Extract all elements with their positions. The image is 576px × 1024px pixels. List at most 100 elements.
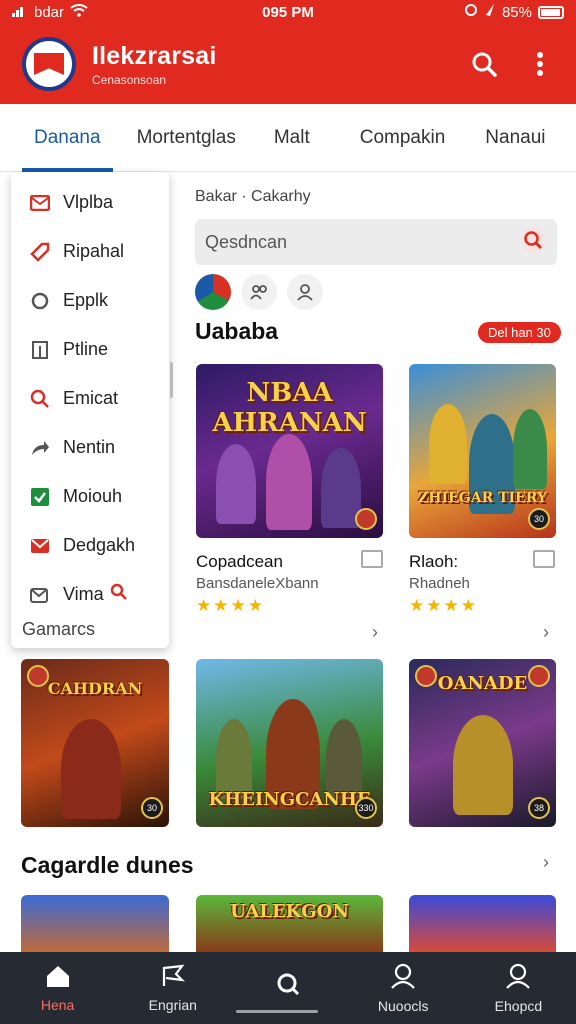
menu-item-label: Epplk (63, 290, 109, 310)
location-icon (484, 3, 496, 21)
chevron-right-icon[interactable]: › (372, 622, 378, 643)
nav-home[interactable]: Hena (0, 952, 115, 1024)
alarm-icon (464, 3, 478, 21)
game-thumbnail[interactable]: CAHDRAN 30 (21, 659, 169, 827)
nav-label: Engrian (148, 996, 197, 1013)
game-thumbnail[interactable]: UALEKGON (196, 895, 383, 952)
user-icon (504, 963, 532, 992)
app-root: bdar 095 PM 85% Ilekzrarsai Cenasonsoan (0, 0, 576, 1024)
game-subtitle: BansdaneleXbann (196, 575, 319, 592)
game-thumbnail[interactable] (21, 895, 169, 952)
menu-item-emicat[interactable]: Emicat (11, 374, 169, 423)
dropdown-menu: Vlplba Ripahal Epplk Ptline Emicat Nenti… (11, 172, 173, 648)
menu-item-vlplba[interactable]: Vlplba (11, 178, 169, 227)
menu-item-label: Nentin (63, 437, 116, 457)
bottom-nav: Hena Engrian Nuoocls Ehopcd (0, 952, 576, 1024)
app-logo (22, 37, 76, 91)
search-icon[interactable] (519, 226, 547, 259)
mail-icon (29, 535, 51, 557)
search-icon (110, 583, 128, 606)
game-art-title: CAHDRAN (47, 679, 143, 698)
menu-item-label: Vlplba (63, 192, 114, 212)
wifi-icon (70, 3, 88, 21)
battery-icon (538, 5, 564, 19)
menu-item-moiouh[interactable]: Moiouh (11, 472, 169, 521)
envelope-icon (29, 192, 51, 214)
menu-item-dedgakh[interactable]: Dedgakh (11, 521, 169, 570)
nav-label: Hena (40, 996, 75, 1013)
game-title[interactable]: Copadcean (196, 552, 283, 572)
avatar[interactable] (195, 274, 231, 310)
tab-bar: Danana Mortentglas Malt Compakin Nanaui (0, 104, 576, 172)
menu-item-label: Emicat (63, 388, 119, 408)
more-options-icon[interactable] (526, 50, 554, 78)
tab-compakin[interactable]: Compakin (350, 104, 456, 172)
check-icon (29, 486, 51, 508)
game-title[interactable]: Rlaoh: (409, 552, 458, 572)
chevron-right-icon[interactable]: › (543, 852, 549, 873)
carrier-label: bdar (34, 3, 65, 21)
rating-stars: ★★★★ (409, 596, 478, 615)
game-thumbnail[interactable] (409, 895, 556, 952)
search-input[interactable]: Qesdncan (195, 219, 557, 265)
search-placeholder: Qesdncan (205, 231, 288, 252)
search-icon (275, 971, 301, 1000)
battery-percent: 85% (501, 3, 532, 21)
menu-item-nentin[interactable]: Nentin (11, 423, 169, 472)
game-thumbnail[interactable]: NBAA AHRANAN (196, 364, 383, 538)
game-badge (528, 665, 550, 687)
nav-search[interactable] (230, 952, 345, 1024)
section-title: Uababa (195, 318, 279, 344)
signal-icon (12, 4, 28, 21)
flag-icon (160, 964, 186, 991)
share-icon (29, 437, 51, 459)
tab-nanaui[interactable]: Nanaui (475, 104, 555, 172)
bookmark-icon[interactable] (533, 550, 555, 568)
menu-item-label: Moiouh (63, 486, 123, 506)
home-indicator (236, 1010, 318, 1013)
search-icon (29, 388, 51, 410)
nav-engrian[interactable]: Engrian (115, 952, 230, 1024)
app-header: Ilekzrarsai Cenasonsoan (0, 24, 576, 104)
status-badge[interactable]: Del han 30 (478, 322, 561, 343)
nav-ehopcd[interactable]: Ehopcd (461, 952, 576, 1024)
users-icon[interactable] (241, 274, 277, 310)
tag-icon (29, 241, 51, 263)
tab-mortentglas[interactable]: Mortentglas (127, 104, 246, 172)
game-art-title: NBAA AHRANAN (212, 378, 367, 438)
menu-item-label: Ptline (63, 339, 109, 359)
search-icon[interactable] (470, 50, 498, 78)
game-thumbnail[interactable]: KHEINGCANHE 330 (196, 659, 383, 827)
section-title: Cagardle dunes (21, 852, 194, 878)
tab-danana[interactable]: Danana (22, 104, 113, 172)
chevron-right-icon[interactable]: › (543, 622, 549, 643)
menu-item-label: Dedgakh (63, 535, 136, 555)
game-thumbnail[interactable]: OANADE 38 (409, 659, 556, 827)
game-badge: 330 (355, 797, 377, 819)
menu-item-vima[interactable]: Vima (11, 570, 169, 619)
avatar-row (195, 274, 323, 310)
menu-scrollbar[interactable] (170, 362, 173, 398)
mail-search-icon (29, 584, 51, 606)
nav-nuoocls[interactable]: Nuoocls (346, 952, 461, 1024)
game-badge: 30 (528, 508, 550, 530)
menu-item-label: Ripahal (63, 241, 125, 261)
profile-icon (389, 963, 417, 992)
bookmark-icon[interactable] (361, 550, 383, 568)
game-badge: 30 (141, 797, 163, 819)
app-title: Ilekzrarsai (92, 41, 217, 70)
user-icon[interactable] (287, 274, 323, 310)
menu-item-ptline[interactable]: Ptline (11, 325, 169, 374)
game-badge: 38 (528, 797, 550, 819)
game-subtitle: Rhadneh (409, 575, 470, 592)
game-thumbnail[interactable]: ZHIEGAR TIERY 30 (409, 364, 556, 538)
menu-item-ripahal[interactable]: Ripahal (11, 227, 169, 276)
circle-icon (29, 290, 51, 312)
nav-label: Nuoocls (377, 997, 429, 1014)
home-icon (45, 964, 71, 991)
menu-footer-label[interactable]: Gamarcs (22, 619, 95, 640)
tab-malt[interactable]: Malt (264, 104, 320, 172)
game-art-title: ZHIEGAR TIERY (418, 490, 547, 506)
game-art-title: UALEKGON (230, 901, 349, 922)
menu-item-epplk[interactable]: Epplk (11, 276, 169, 325)
